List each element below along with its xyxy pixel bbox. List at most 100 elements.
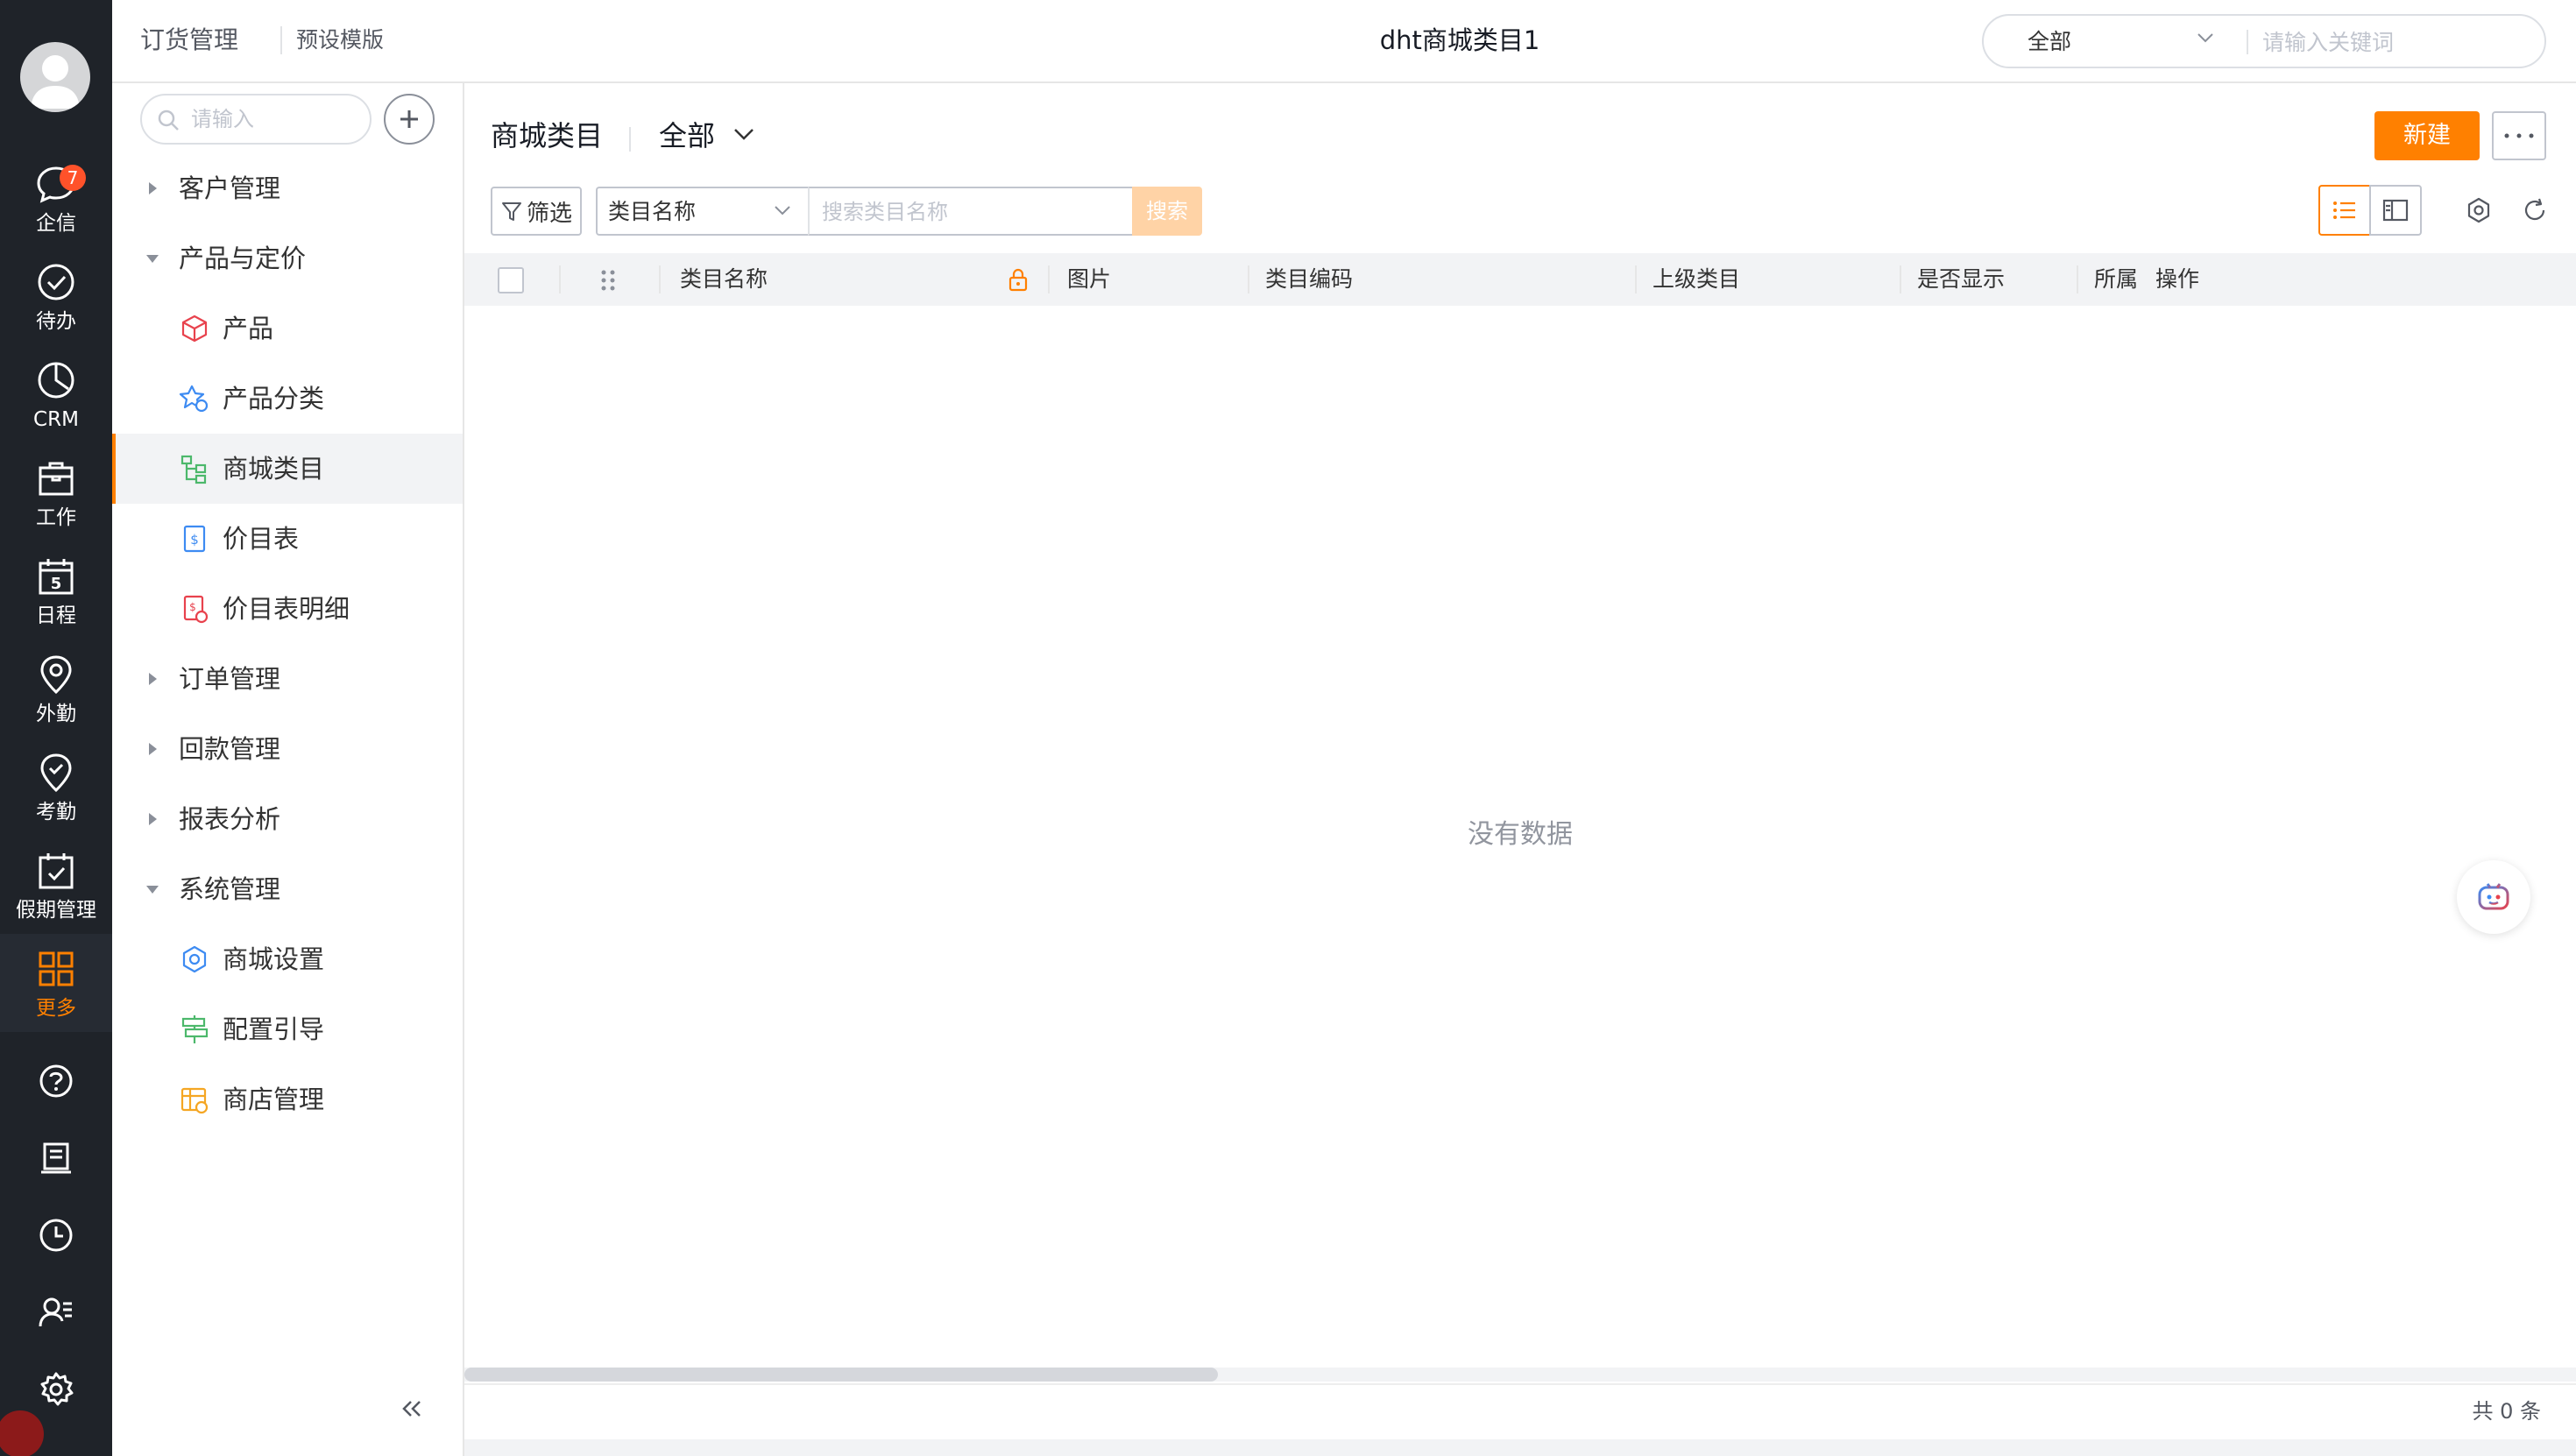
search-button[interactable]: 搜索 [1132,187,1202,236]
split-view-toggle[interactable] [2369,185,2422,236]
rail-item-leave[interactable]: 假期管理 [0,836,112,934]
nav-item-label: 价目表 [223,524,300,554]
rail-label: CRM [33,408,79,431]
nav-group-label: 产品与定价 [179,244,307,273]
nav-group-order[interactable]: 订单管理 [112,644,463,714]
new-button[interactable]: 新建 [2374,111,2480,160]
rail-item-more[interactable]: 更多 [0,934,112,1032]
nav-group-label: 报表分析 [179,804,281,834]
chevron-down-icon[interactable] [2196,32,2215,44]
double-chevron-left-icon [402,1401,421,1417]
nav-group-system[interactable]: 系统管理 [112,854,463,924]
column-divider [2077,265,2078,293]
sidebar-search [140,94,372,145]
lock-icon [1008,268,1028,292]
rail-item-attendance[interactable]: 考勤 [0,738,112,836]
breadcrumb-template[interactable]: 预设模版 [296,25,384,56]
rail-item-crm[interactable]: CRM [0,345,112,443]
global-search-input[interactable] [2262,25,2525,60]
drag-handle-icon[interactable] [598,267,619,293]
scrollbar-thumb[interactable] [464,1368,1218,1382]
chevron-down-icon[interactable] [732,127,755,141]
nav-group-customer[interactable]: 客户管理 [112,153,463,223]
settings-hex-icon [2467,197,2490,223]
rail-item-todo[interactable]: 待办 [0,247,112,345]
list-view-toggle[interactable] [2318,185,2371,236]
nav-group-payment[interactable]: 回款管理 [112,714,463,784]
column-header-parent[interactable]: 上级类目 [1652,253,1740,306]
rail-label: 更多 [36,997,76,1020]
notebook-button[interactable] [30,1132,82,1184]
nav-item-mall-settings[interactable]: 商城设置 [112,924,463,994]
sidebar-search-input[interactable] [191,102,357,136]
column-header-visible[interactable]: 是否显示 [1917,253,2005,306]
help-icon [39,1064,73,1098]
caret-right-icon [149,743,157,755]
collapse-sidebar-button[interactable] [389,1387,433,1431]
history-button[interactable] [30,1209,82,1262]
column-header-image[interactable]: 图片 [1067,253,1111,306]
rail-item-schedule[interactable]: 5 日程 [0,541,112,640]
caret-down-icon [146,886,159,894]
grid-icon [39,951,74,986]
svg-text:$: $ [189,601,196,613]
help-button[interactable] [30,1055,82,1107]
add-button[interactable] [384,94,435,145]
more-dots-icon [2504,133,2534,138]
breadcrumb-app[interactable]: 订货管理 [140,23,238,58]
rail-label: 企信 [36,212,76,235]
contacts-button[interactable] [30,1286,82,1339]
select-all-checkbox[interactable] [498,267,524,293]
notebook-icon [41,1142,71,1174]
assistant-button[interactable] [2457,860,2530,934]
split-view-icon [2382,199,2409,222]
avatar[interactable] [20,42,90,112]
scope-filter[interactable]: 全部 [659,117,715,155]
caret-right-icon [149,673,157,685]
rail-label: 假期管理 [16,899,96,922]
filter-label: 筛选 [526,200,572,227]
rail-item-work[interactable]: 工作 [0,443,112,541]
column-header-name[interactable]: 类目名称 [680,253,768,306]
nav-item-product[interactable]: 产品 [112,293,463,364]
nav-item-label: 商城类目 [223,454,325,484]
column-header-owner[interactable]: 所属 [2094,253,2138,306]
search-scope-select[interactable]: 全部 [2028,26,2071,58]
column-divider [1900,265,1901,293]
price-doc-icon: $ [183,525,206,553]
nav-item-label: 商城设置 [223,944,325,974]
svg-text:5: 5 [51,575,62,593]
filter-funnel-icon [501,202,521,221]
rail-item-chat[interactable]: 7 企信 [0,149,112,247]
search-field-select[interactable]: 类目名称 [596,187,808,236]
bottom-bar [464,1439,2576,1456]
nav-group-label: 客户管理 [179,173,281,203]
nav-item-product-category[interactable]: 产品分类 [112,364,463,434]
nav-item-price-list[interactable]: $ 价目表 [112,504,463,574]
empty-state: 没有数据 [1468,819,1573,850]
more-button[interactable] [2492,111,2546,160]
table-settings-button[interactable] [2459,190,2499,230]
filter-button[interactable]: 筛选 [491,187,582,236]
clock-icon [39,1219,73,1252]
chevron-down-icon [775,206,790,216]
list-search [808,187,1132,236]
nav-item-config-guide[interactable]: 配置引导 [112,994,463,1064]
footer-divider [464,1383,2576,1385]
refresh-button[interactable] [2515,190,2555,230]
nav-group-product-pricing[interactable]: 产品与定价 [112,223,463,293]
gear-icon [40,1372,74,1406]
search-field-value: 类目名称 [608,199,697,224]
pie-chart-icon [38,362,74,399]
nav-item-label: 产品 [223,314,274,343]
nav-item-store-management[interactable]: 商店管理 [112,1064,463,1134]
column-header-code[interactable]: 类目编码 [1265,253,1353,306]
nav-item-mall-category[interactable]: 商城类目 [112,434,463,504]
list-search-input[interactable] [822,195,1120,229]
settings-button[interactable] [30,1363,82,1416]
nav-group-report[interactable]: 报表分析 [112,784,463,854]
rail-item-field[interactable]: 外勤 [0,640,112,738]
nav-item-price-list-detail[interactable]: $ 价目表明细 [112,574,463,644]
column-divider [559,265,561,293]
column-header-actions[interactable]: 操作 [2155,253,2199,306]
